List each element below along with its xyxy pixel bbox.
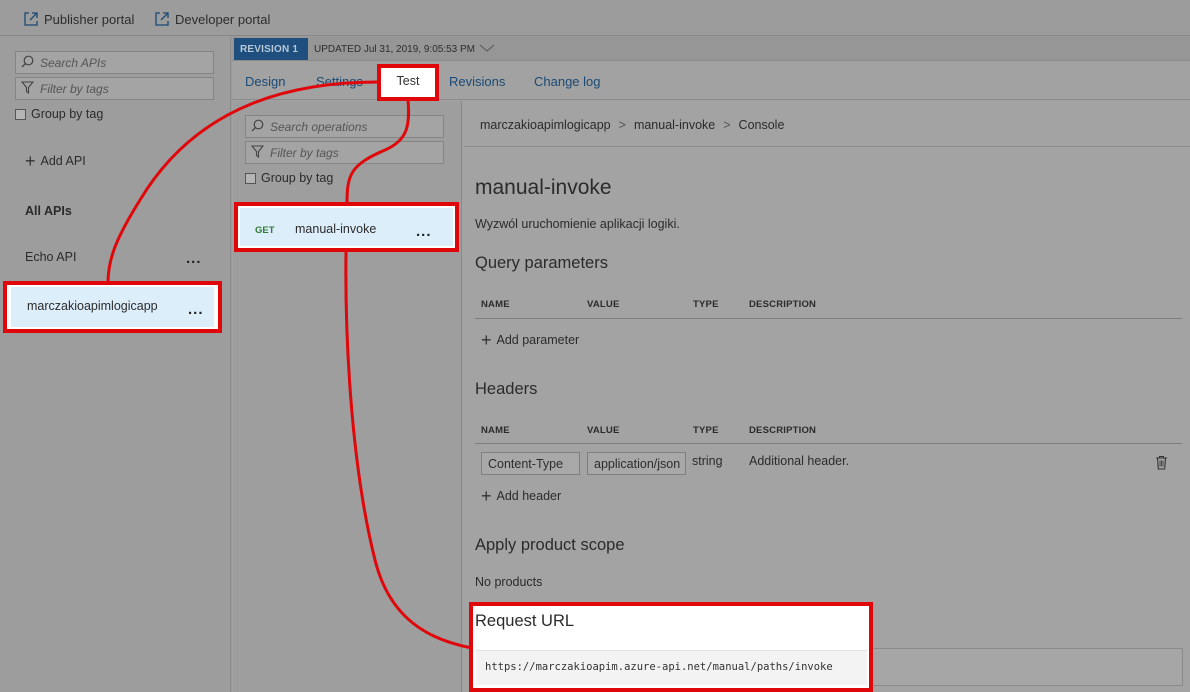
filter-apis-box[interactable]: [15, 77, 214, 100]
more-icon[interactable]: ...: [186, 250, 202, 267]
tab-changelog[interactable]: Change log: [534, 74, 601, 89]
divider: [475, 443, 1182, 444]
add-header-label: Add header: [496, 489, 562, 503]
request-url-heading: Request URL: [475, 612, 575, 630]
col-name: NAME: [481, 299, 510, 310]
breadcrumb-trail: marczakioapimlogicapp > manual-invoke > …: [480, 118, 784, 132]
header-description: Additional header.: [749, 454, 850, 468]
api-item-echo[interactable]: Echo API: [25, 250, 76, 264]
headers-heading: Headers: [475, 380, 538, 398]
api-item-label: marczakioapimlogicapp: [27, 299, 158, 313]
breadcrumb-separator: >: [723, 118, 731, 132]
filter-operations-box[interactable]: [245, 141, 444, 164]
filter-icon: [20, 80, 35, 97]
group-by-tag-checkbox[interactable]: Group by tag: [15, 107, 103, 121]
revision-badge[interactable]: REVISION 1: [234, 38, 308, 60]
col-name: NAME: [481, 425, 510, 436]
developer-portal-link[interactable]: Developer portal: [155, 10, 270, 28]
header-value-field[interactable]: application/json: [587, 452, 686, 475]
search-apis-box[interactable]: [15, 51, 214, 74]
revision-updated[interactable]: UPDATED Jul 31, 2019, 9:05:53 PM: [314, 43, 495, 56]
external-link-icon: [155, 12, 169, 26]
trash-icon[interactable]: [1155, 455, 1168, 473]
tab-revisions[interactable]: Revisions: [449, 74, 505, 89]
request-url-box-extension: [873, 648, 1183, 686]
request-url-section: Request URL https://marczakioapim.azure-…: [469, 602, 873, 692]
search-apis-input[interactable]: [40, 55, 200, 70]
page-title: manual-invoke: [475, 176, 612, 199]
external-link-icon: [24, 12, 38, 26]
api-list-pane: [0, 37, 231, 692]
header-name-field[interactable]: Content-Type: [481, 452, 580, 475]
plus-icon: +: [481, 330, 492, 350]
product-scope-heading: Apply product scope: [475, 536, 625, 554]
ops-group-by-tag-checkbox[interactable]: Group by tag: [245, 171, 333, 185]
col-description: DESCRIPTION: [749, 299, 817, 310]
breadcrumb-separator: >: [618, 118, 626, 132]
filter-operations-input[interactable]: [270, 145, 430, 160]
tab-test-label: Test: [396, 74, 420, 88]
checkbox-square[interactable]: [15, 108, 26, 120]
developer-portal-label: Developer portal: [175, 11, 271, 27]
query-params-heading: Query parameters: [475, 254, 608, 272]
revision-updated-label: UPDATED Jul 31, 2019, 9:05:53 PM: [314, 44, 476, 55]
more-icon[interactable]: ...: [416, 223, 432, 240]
tab-test[interactable]: Test: [377, 64, 439, 101]
filter-icon: [250, 144, 265, 161]
group-by-tag-label: Group by tag: [31, 107, 104, 121]
request-url-value[interactable]: https://marczakioapim.azure-api.net/manu…: [485, 661, 833, 673]
search-operations-input[interactable]: [270, 119, 430, 134]
add-api-label: Add API: [40, 154, 86, 168]
search-operations-box[interactable]: [245, 115, 444, 138]
tab-design[interactable]: Design: [245, 74, 285, 89]
operations-pane: [233, 101, 462, 692]
chevron-down-icon: [479, 43, 495, 56]
col-description: DESCRIPTION: [749, 425, 817, 436]
publisher-portal-link[interactable]: Publisher portal: [24, 10, 134, 28]
col-type: TYPE: [693, 299, 719, 310]
divider: [475, 318, 1182, 319]
operation-item-manual-invoke[interactable]: GET manual-invoke ...: [234, 202, 459, 252]
no-products-text: No products: [475, 575, 543, 589]
header-type: string: [692, 454, 723, 468]
tab-bar: [232, 62, 1190, 100]
tab-settings[interactable]: Settings: [316, 74, 363, 89]
api-item-marczakioapimlogicapp[interactable]: marczakioapimlogicapp ...: [3, 281, 222, 333]
breadcrumb-operation[interactable]: manual-invoke: [634, 118, 715, 132]
group-by-tag-label: Group by tag: [261, 171, 334, 185]
publisher-portal-label: Publisher portal: [44, 11, 135, 27]
operation-description: Wyzwól uruchomienie aplikacji logiki.: [475, 217, 680, 231]
method-badge: GET: [255, 225, 275, 236]
filter-apis-input[interactable]: [40, 81, 200, 96]
col-type: TYPE: [693, 425, 719, 436]
add-header-button[interactable]: + Add header: [481, 486, 562, 506]
search-icon: [251, 119, 264, 135]
add-api-button[interactable]: + Add API: [25, 151, 86, 171]
add-parameter-button[interactable]: + Add parameter: [481, 330, 580, 350]
add-parameter-label: Add parameter: [496, 333, 580, 347]
col-value: VALUE: [587, 425, 620, 436]
checkbox-square[interactable]: [245, 172, 256, 184]
col-value: VALUE: [587, 299, 620, 310]
all-apis-heading[interactable]: All APIs: [25, 204, 72, 218]
plus-icon: +: [25, 151, 36, 171]
search-icon: [21, 55, 34, 71]
breadcrumb-api[interactable]: marczakioapimlogicapp: [480, 118, 611, 132]
more-icon[interactable]: ...: [188, 301, 204, 318]
operation-label: manual-invoke: [295, 222, 377, 236]
plus-icon: +: [481, 486, 492, 506]
breadcrumb-page: Console: [738, 118, 785, 132]
